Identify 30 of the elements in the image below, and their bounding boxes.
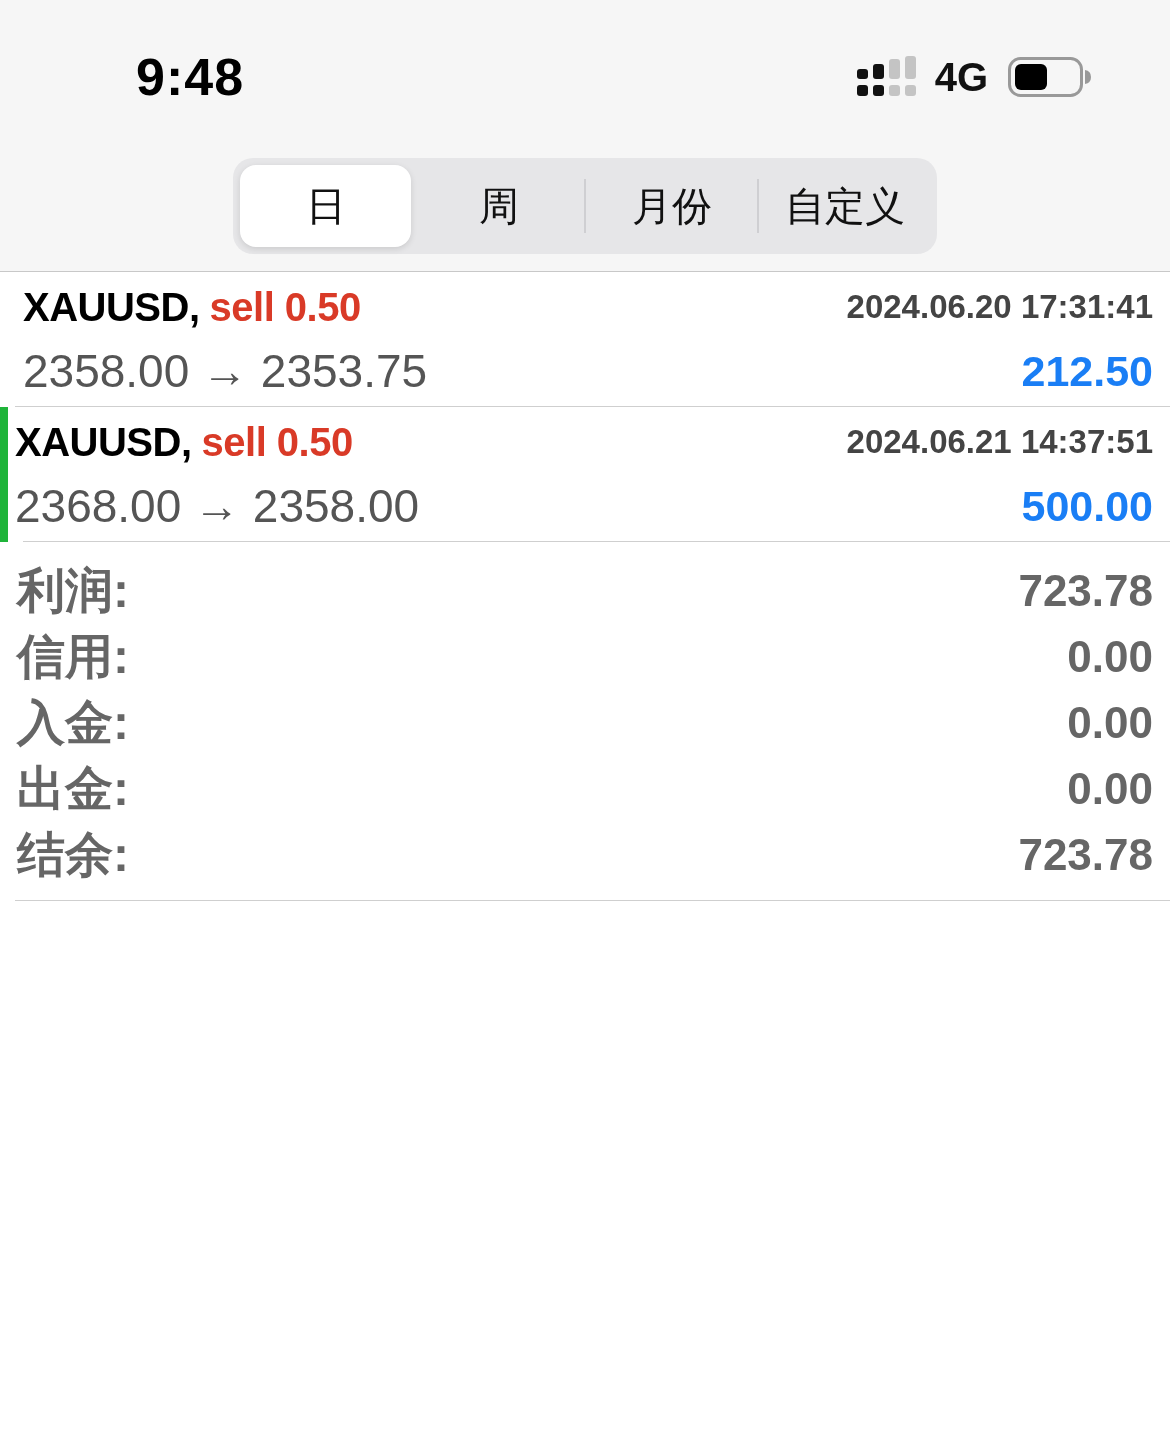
summary-value: 0.00: [1067, 764, 1153, 814]
trade-row[interactable]: XAUUSD, sell 0.50 2024.06.21 14:37:51 2368.00 → 2358.00 500.00: [0, 407, 1170, 542]
trade-profit: 500.00: [1021, 481, 1153, 531]
trade-time: 2024.06.21 14:37:51: [846, 423, 1153, 461]
tab[interactable]: 月份: [586, 165, 757, 247]
status-time: 9:48: [136, 47, 245, 107]
trade-row[interactable]: XAUUSD, sell 0.50 2024.06.20 17:31:41 2358.00 → 2353.75 212.50: [0, 272, 1170, 407]
summary-label: 利润:: [17, 563, 129, 619]
summary-value: 0.00: [1067, 698, 1153, 748]
order-type: sell 0.50: [209, 284, 361, 329]
tab[interactable]: 日: [240, 165, 411, 247]
price-range: 2368.00 → 2358.00: [15, 479, 420, 533]
summary-label: 结余:: [17, 827, 129, 883]
order-type: sell 0.50: [201, 419, 353, 464]
summary-value: 0.00: [1067, 632, 1153, 682]
symbol-label: XAUUSD,: [15, 419, 192, 464]
battery-icon: [1008, 57, 1092, 97]
summary-value: 723.78: [1018, 830, 1153, 880]
trade-profit: 212.50: [1021, 346, 1153, 396]
signal-icon: [856, 56, 917, 98]
summary-label: 信用:: [17, 629, 129, 685]
summary-value: 723.78: [1018, 566, 1153, 616]
summary-label: 出金:: [17, 761, 129, 817]
trade-time: 2024.06.20 17:31:41: [846, 288, 1153, 326]
tab[interactable]: 周: [413, 165, 584, 247]
symbol-label: XAUUSD,: [23, 284, 200, 329]
tab[interactable]: 自定义: [759, 165, 930, 247]
network-type: 4G: [934, 54, 988, 100]
price-range: 2358.00 → 2353.75: [23, 344, 428, 398]
summary-label: 入金:: [17, 695, 129, 751]
